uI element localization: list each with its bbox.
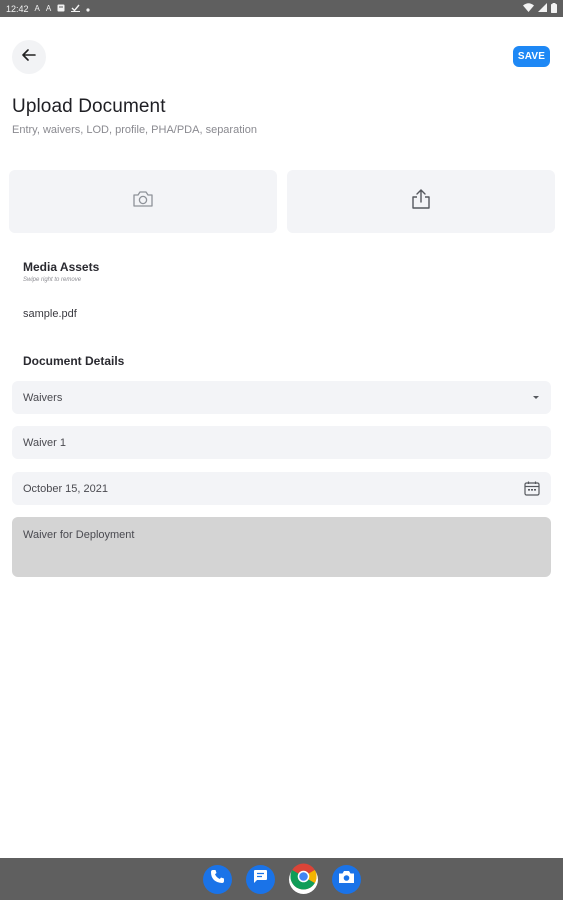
page-title: Upload Document: [12, 96, 166, 117]
camera-app-icon: [338, 870, 355, 889]
app-dock: [0, 858, 563, 900]
document-notes-value: Waiver for Deployment: [23, 529, 135, 541]
messages-app-button[interactable]: [245, 864, 275, 894]
calendar-icon[interactable]: [524, 481, 540, 496]
document-type-select[interactable]: Waivers: [12, 381, 551, 414]
upload-share-icon: [411, 188, 431, 215]
document-type-value: Waivers: [23, 391, 63, 404]
notification-check-icon: [71, 4, 81, 14]
upload-file-button[interactable]: [287, 170, 555, 233]
save-button[interactable]: SAVE: [513, 46, 550, 67]
chrome-icon: [289, 863, 317, 895]
status-bar: 12:42 A A: [0, 0, 563, 17]
document-details-title: Document Details: [23, 354, 125, 368]
messages-icon: [252, 869, 268, 889]
page-subtitle: Entry, waivers, LOD, profile, PHA/PDA, s…: [12, 124, 257, 136]
document-date-field[interactable]: October 15, 2021: [12, 472, 551, 505]
signal-icon: [538, 3, 547, 14]
document-notes-textarea[interactable]: Waiver for Deployment: [12, 517, 551, 577]
camera-icon: [132, 190, 154, 213]
notification-dot-icon: [86, 4, 90, 14]
media-assets-title: Media Assets: [23, 260, 100, 274]
chevron-down-icon: [532, 395, 540, 400]
notification-a2-icon: A: [45, 3, 52, 13]
media-assets-hint: Swipe right to remove: [23, 277, 82, 283]
arrow-left-icon: [22, 48, 36, 66]
back-button[interactable]: [12, 40, 46, 74]
battery-icon: [551, 2, 557, 15]
phone-icon: [210, 869, 225, 889]
media-file-item[interactable]: sample.pdf: [23, 308, 77, 320]
notification-box-icon: [57, 4, 65, 14]
phone-app-button[interactable]: [202, 864, 232, 894]
wifi-icon: [523, 3, 534, 14]
take-photo-button[interactable]: [9, 170, 277, 233]
camera-app-button[interactable]: [331, 864, 361, 894]
document-date-value: October 15, 2021: [23, 482, 109, 495]
status-time: 12:42: [6, 3, 29, 14]
document-name-value: Waiver 1: [23, 436, 66, 449]
chrome-app-button[interactable]: [288, 863, 318, 895]
notification-a-icon: A: [34, 3, 40, 13]
document-name-field[interactable]: Waiver 1: [12, 426, 551, 459]
